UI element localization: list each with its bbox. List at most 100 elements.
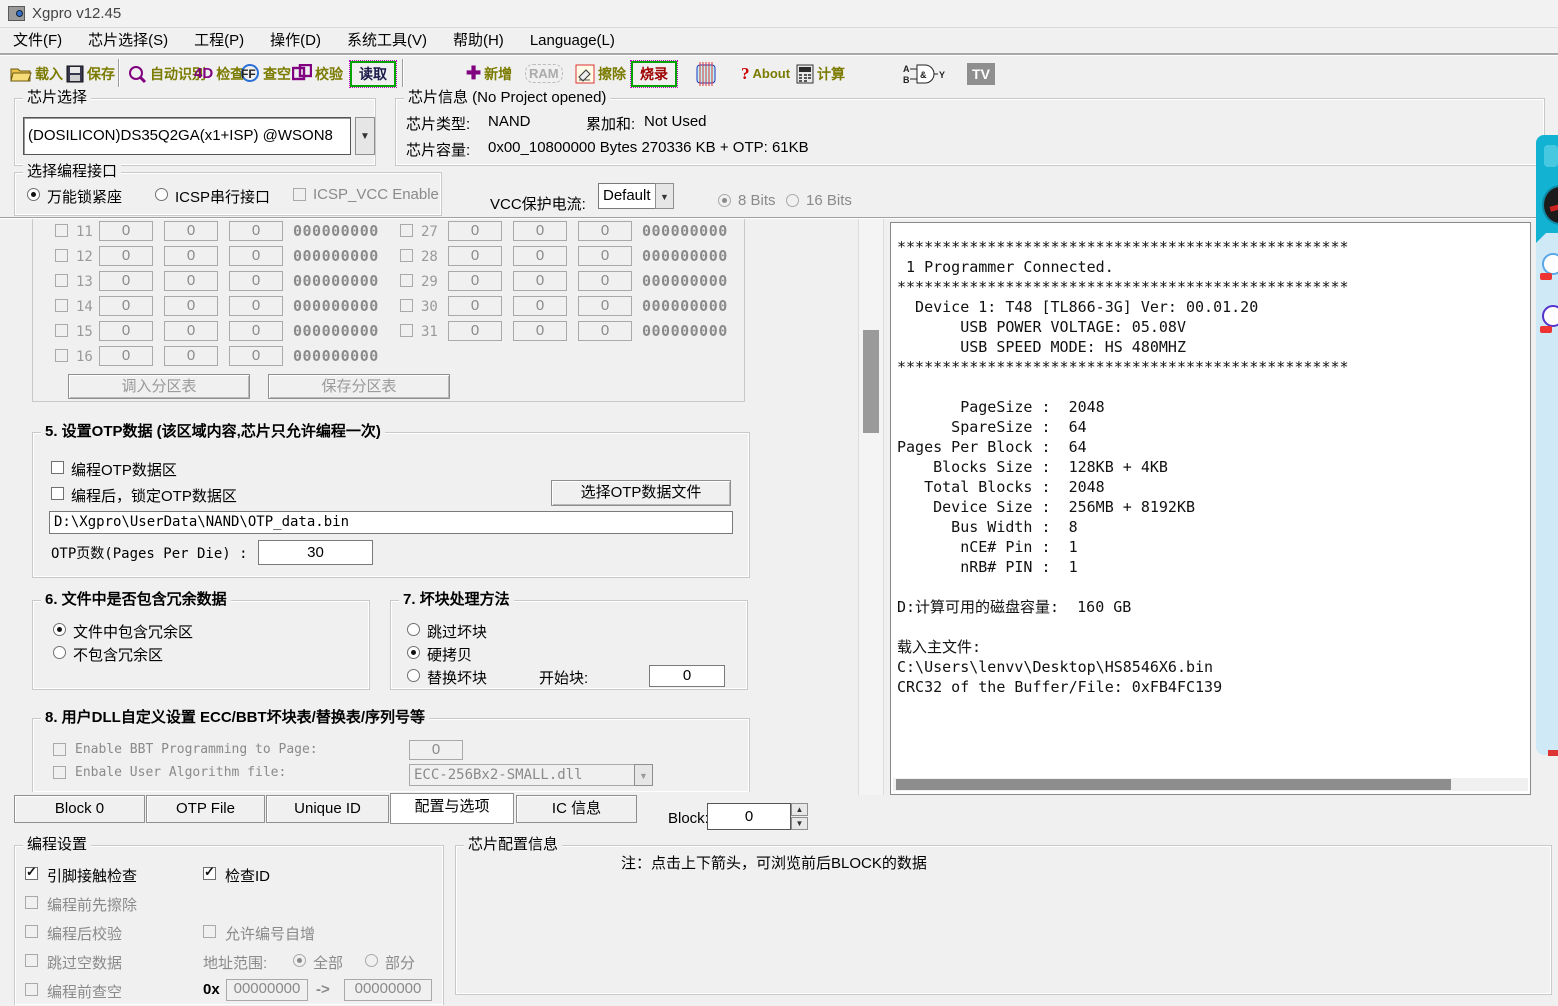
verify-after-checkbox <box>25 925 38 938</box>
bbt-checkbox <box>53 743 66 756</box>
block-spin-up[interactable]: ▲ <box>791 803 808 816</box>
partition-field: 0 <box>99 346 153 366</box>
socket-label: 万能锁紧座 <box>47 186 122 207</box>
partition-row-checkbox <box>55 224 68 237</box>
tab-config-options[interactable]: 配置与选项 <box>390 793 514 824</box>
menu-system-tools[interactable]: 系统工具(V) <box>334 28 440 55</box>
chip-icon-button[interactable] <box>693 59 719 88</box>
addr-all-radio <box>293 954 306 967</box>
vcc-dropdown-arrow[interactable]: ▼ <box>655 183 674 209</box>
ram-button: RAM <box>525 59 563 88</box>
choose-otp-file-button[interactable]: 选择OTP数据文件 <box>551 480 731 506</box>
check-icon: ✓ <box>26 865 37 878</box>
block-spin-down[interactable]: ▼ <box>791 817 808 830</box>
partition-hex: 000000000 <box>293 322 379 340</box>
scrollbar-thumb[interactable] <box>863 330 879 433</box>
badblock-copy-radio[interactable] <box>407 646 420 659</box>
otp-pages-field[interactable]: 30 <box>258 540 373 565</box>
overlay-app-icon[interactable] <box>1542 305 1558 327</box>
blank-before-label: 编程前查空 <box>47 981 122 1002</box>
chip-config-group: 芯片配置信息 注：点击上下箭头，可浏览前后BLOCK的数据 <box>455 845 1552 995</box>
read-button[interactable]: 读取 <box>350 59 396 88</box>
tab-block0[interactable]: Block 0 <box>14 795 145 823</box>
menu-project[interactable]: 工程(P) <box>181 28 257 55</box>
partition-hex: 000000000 <box>293 222 379 240</box>
partition-hex: 000000000 <box>642 297 728 315</box>
start-block-field[interactable]: 0 <box>649 665 725 687</box>
calc-button[interactable]: 计算 <box>796 59 845 88</box>
partition-field: 0 <box>448 221 502 241</box>
logic-gate-button[interactable]: AB&Y <box>903 59 945 88</box>
auto-serial-checkbox <box>203 925 216 938</box>
overlay-cloud-icon[interactable] <box>1542 253 1558 275</box>
about-button[interactable]: ? About <box>741 59 790 88</box>
tab-ic-info[interactable]: IC 信息 <box>516 795 637 823</box>
algo-combo: ECC-256Bx2-SMALL.dll <box>409 764 635 786</box>
otp-file-path[interactable]: D:\Xgpro\UserData\NAND\OTP_data.bin <box>49 511 733 534</box>
redundancy-without-radio[interactable] <box>53 646 66 659</box>
load-button[interactable]: 载入 <box>10 59 63 88</box>
partition-field: 0 <box>448 246 502 266</box>
partition-field: 0 <box>448 296 502 316</box>
partition-field: 0 <box>578 246 632 266</box>
window-title: Xgpro v12.45 <box>32 5 121 22</box>
partition-row-num: 31 <box>421 324 438 340</box>
chip-type-value: NAND <box>488 113 531 130</box>
menu-bar: 文件(F) 芯片选择(S) 工程(P) 操作(D) 系统工具(V) 帮助(H) … <box>0 28 1558 55</box>
overlay-panel-header[interactable] <box>1536 135 1558 233</box>
socket-radio[interactable] <box>27 188 40 201</box>
menu-help[interactable]: 帮助(H) <box>440 28 517 55</box>
partition-row-checkbox <box>55 274 68 287</box>
partition-row-num: 12 <box>76 249 93 265</box>
burn-button[interactable]: 烧录 <box>631 59 677 88</box>
chip-select-combo[interactable]: (DOSILICON)DS35Q2GA(x1+ISP) @WSON8 <box>23 117 351 155</box>
partition-field: 0 <box>513 321 567 341</box>
partition-row-num: 16 <box>76 349 93 365</box>
partition-row-checkbox <box>55 299 68 312</box>
scrollbar-thumb[interactable] <box>896 779 1451 790</box>
check-id-checkbox[interactable]: ✓ <box>203 867 216 880</box>
save-button[interactable]: 保存 <box>66 59 115 88</box>
add-button[interactable]: ✚ 新增 <box>466 59 512 88</box>
menu-operation[interactable]: 操作(D) <box>257 28 334 55</box>
otp-program-checkbox[interactable] <box>51 461 64 474</box>
check-icon: ✓ <box>204 865 215 878</box>
chip-select-title: 芯片选择 <box>23 89 91 107</box>
icsp-radio[interactable] <box>155 188 168 201</box>
badblock-replace-radio[interactable] <box>407 669 420 682</box>
prog-settings-group: 编程设置 ✓ 引脚接触检查 ✓ 检查ID 编程前先擦除 编程后校验 允许编号自增… <box>14 845 444 1005</box>
tab-unique-id[interactable]: Unique ID <box>266 795 389 823</box>
pin-check-checkbox[interactable]: ✓ <box>25 867 38 880</box>
check-button[interactable]: 4D 检查 <box>194 59 244 88</box>
blank-check-icon: FF <box>238 64 260 84</box>
badblock-skip-radio[interactable] <box>407 623 420 636</box>
menu-file[interactable]: 文件(F) <box>0 28 75 55</box>
tv-button[interactable]: TV <box>967 59 995 88</box>
partition-hex: 000000000 <box>642 222 728 240</box>
erase-button[interactable]: 擦除 <box>575 59 626 88</box>
log-panel[interactable]: ****************************************… <box>890 222 1531 795</box>
block-spinner-field[interactable]: 0 <box>707 803 791 830</box>
chip-select-dropdown-arrow[interactable]: ▼ <box>355 117 375 155</box>
verify-button[interactable]: 校验 <box>292 59 343 88</box>
vcc-combo[interactable]: Default <box>598 183 656 209</box>
menu-chip-select[interactable]: 芯片选择(S) <box>75 28 181 55</box>
algo-checkbox <box>53 766 66 779</box>
partition-field: 0 <box>448 321 502 341</box>
avatar[interactable] <box>1542 185 1558 225</box>
chip-type-label: 芯片类型: <box>406 113 470 134</box>
overlay-panel-body[interactable] <box>1536 233 1558 755</box>
blank-check-button[interactable]: FF 查空 <box>238 59 291 88</box>
addr-all-label: 全部 <box>313 952 343 973</box>
partition-field: 0 <box>99 246 153 266</box>
menu-language[interactable]: Language(L) <box>517 28 628 55</box>
interface-group: 选择编程接口 万能锁紧座 ICSP串行接口 ICSP_VCC Enable <box>14 172 442 216</box>
redundancy-with-radio[interactable] <box>53 623 66 636</box>
badblock-replace-label: 替换坏块 <box>427 667 487 688</box>
tab-otp-file[interactable]: OTP File <box>146 795 265 823</box>
auto-serial-label: 允许编号自增 <box>225 923 315 944</box>
log-horizontal-scrollbar[interactable] <box>893 778 1528 791</box>
otp-lock-checkbox[interactable] <box>51 487 64 500</box>
partition-field: 0 <box>229 221 283 241</box>
form-vertical-scrollbar[interactable] <box>858 219 884 795</box>
